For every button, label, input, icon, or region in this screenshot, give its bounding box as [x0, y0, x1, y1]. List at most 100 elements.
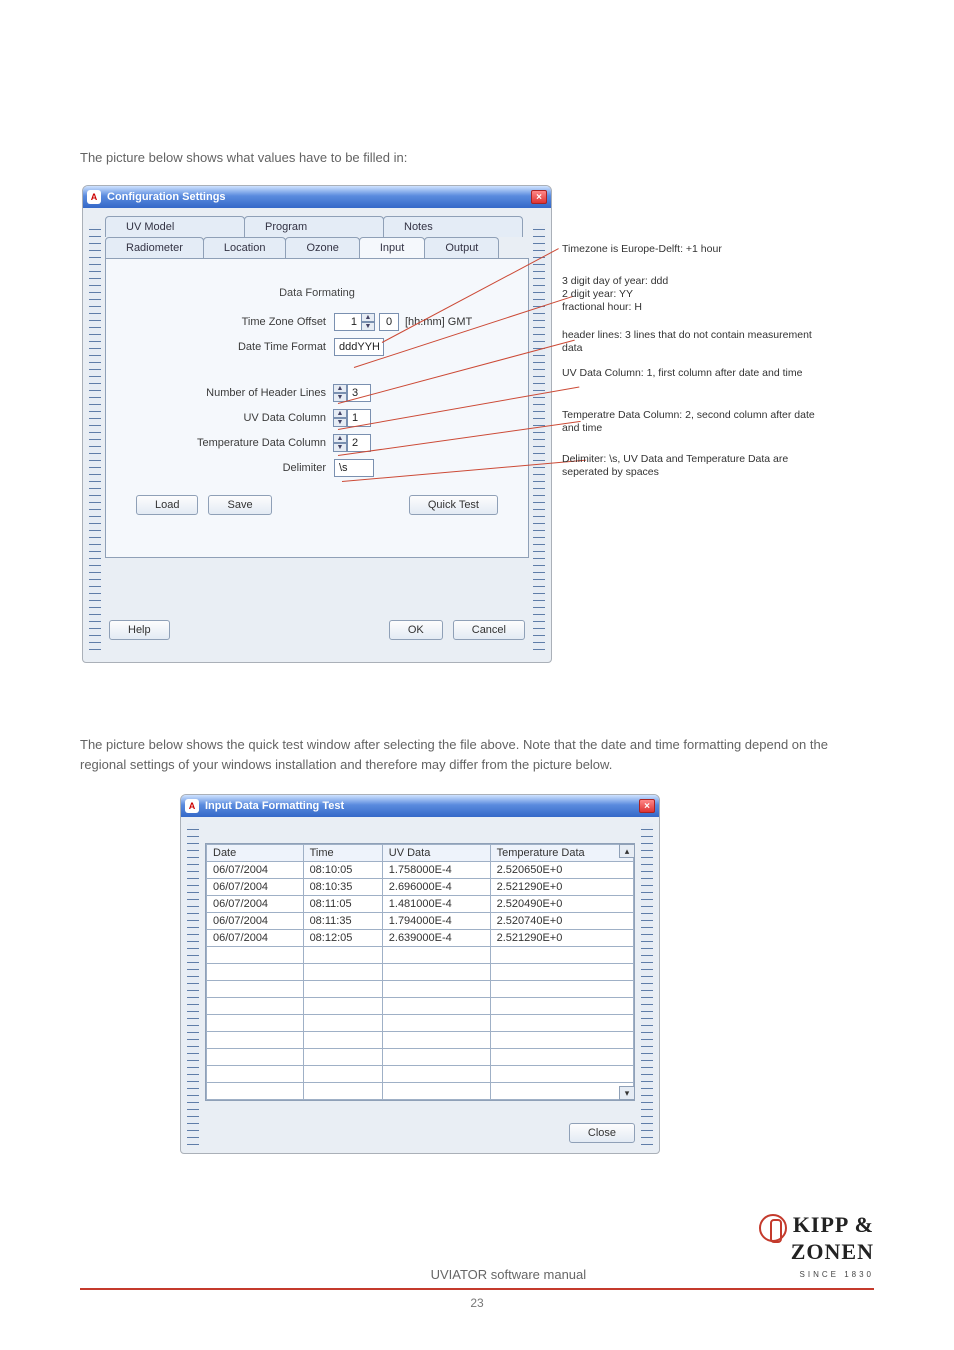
figure-config-settings: A Configuration Settings × UV Model Prog…	[82, 185, 872, 675]
load-button[interactable]: Load	[136, 495, 198, 515]
table-cell	[303, 1083, 382, 1100]
titlebar: A Input Data Formatting Test ×	[181, 795, 659, 817]
annotation-timezone: Timezone is Europe-Delft: +1 hour	[562, 243, 822, 256]
margin-hatch-right	[641, 823, 653, 1145]
table-cell: 06/07/2004	[207, 862, 304, 879]
dtf-input[interactable]	[334, 338, 384, 356]
ok-button[interactable]: OK	[389, 620, 443, 640]
quicktest-button[interactable]: Quick Test	[409, 495, 498, 515]
close-icon[interactable]: ×	[531, 190, 547, 204]
table-row[interactable]: 06/07/200408:11:051.481000E-42.520490E+0	[207, 896, 634, 913]
app-icon: A	[185, 799, 199, 813]
delim-label: Delimiter	[136, 462, 326, 474]
tab-input[interactable]: Input	[359, 237, 425, 258]
table-cell	[207, 947, 304, 964]
table-row-empty	[207, 998, 634, 1015]
table-cell: 06/07/2004	[207, 879, 304, 896]
col-time[interactable]: Time	[303, 845, 382, 862]
table-row[interactable]: 06/07/200408:11:351.794000E-42.520740E+0	[207, 913, 634, 930]
tab-ozone[interactable]: Ozone	[285, 237, 359, 258]
col-uvdata[interactable]: UV Data	[382, 845, 490, 862]
hdr-spinner[interactable]: ▲▼	[333, 384, 347, 402]
intro-text-2: The picture below shows the quick test w…	[80, 735, 874, 774]
table-row[interactable]: 06/07/200408:10:051.758000E-42.520650E+0	[207, 862, 634, 879]
app-icon: A	[87, 190, 101, 204]
close-icon[interactable]: ×	[639, 799, 655, 813]
tab-program[interactable]: Program	[244, 216, 384, 237]
table-row-empty	[207, 1083, 634, 1100]
tab-location[interactable]: Location	[203, 237, 287, 258]
uvcol-label: UV Data Column	[136, 412, 326, 424]
table-cell: 2.521290E+0	[490, 930, 633, 947]
table-cell: 08:10:05	[303, 862, 382, 879]
table-cell: 06/07/2004	[207, 913, 304, 930]
table-cell	[490, 1083, 633, 1100]
table-cell	[303, 1066, 382, 1083]
table-row-empty	[207, 1015, 634, 1032]
table-cell	[490, 947, 633, 964]
annotation-delimiter: Delimiter: \s, UV Data and Temperature D…	[562, 453, 822, 479]
config-window: A Configuration Settings × UV Model Prog…	[82, 185, 552, 663]
scroll-up-icon[interactable]: ▴	[619, 844, 635, 858]
table-row-empty	[207, 947, 634, 964]
table-cell	[382, 981, 490, 998]
tz-mm-input[interactable]	[379, 313, 399, 331]
table-cell	[382, 1066, 490, 1083]
tab-notes[interactable]: Notes	[383, 216, 523, 237]
table-cell	[382, 1083, 490, 1100]
tcol-input[interactable]	[347, 434, 371, 452]
table-row[interactable]: 06/07/200408:12:052.639000E-42.521290E+0	[207, 930, 634, 947]
col-date[interactable]: Date	[207, 845, 304, 862]
table-cell: 08:11:05	[303, 896, 382, 913]
table-cell	[207, 981, 304, 998]
tab-uvmodel[interactable]: UV Model	[105, 216, 245, 237]
tz-hh-spinner[interactable]: ▲▼	[361, 313, 375, 331]
table-cell: 2.696000E-4	[382, 879, 490, 896]
table-cell	[490, 981, 633, 998]
table-row[interactable]: 06/07/200408:10:352.696000E-42.521290E+0	[207, 879, 634, 896]
cancel-button[interactable]: Cancel	[453, 620, 525, 640]
table-cell	[303, 1032, 382, 1049]
tab-radiometer[interactable]: Radiometer	[105, 237, 204, 258]
table-row-empty	[207, 964, 634, 981]
table-cell	[207, 964, 304, 981]
annotation-uvcolumn: UV Data Column: 1, first column after da…	[562, 367, 822, 380]
help-button[interactable]: Help	[109, 620, 170, 640]
brand-line1: KIPP &	[793, 1212, 874, 1237]
table-cell: 08:12:05	[303, 930, 382, 947]
close-button[interactable]: Close	[569, 1123, 635, 1143]
table-cell	[382, 1015, 490, 1032]
table-cell	[382, 964, 490, 981]
scroll-down-icon[interactable]: ▾	[619, 1086, 635, 1100]
table-cell	[382, 1049, 490, 1066]
hdr-label: Number of Header Lines	[136, 387, 326, 399]
footer-rule	[80, 1288, 874, 1290]
table-cell	[207, 1015, 304, 1032]
tab-output[interactable]: Output	[424, 237, 499, 258]
uvcol-spinner[interactable]: ▲▼	[333, 409, 347, 427]
delim-input[interactable]	[334, 459, 374, 477]
page-footer: UVIATOR software manual KIPP & ZONEN SIN…	[80, 1214, 874, 1310]
annotation-headerlines: header lines: 3 lines that do not contai…	[562, 329, 822, 355]
quicktest-table: Date Time UV Data Temperature Data 06/07…	[206, 844, 634, 1100]
tz-unit: [hh:mm] GMT	[405, 316, 472, 328]
annotation-datetime-format: 3 digit day of year: ddd 2 digit year: Y…	[562, 275, 822, 314]
save-button[interactable]: Save	[208, 495, 271, 515]
table-cell	[207, 1066, 304, 1083]
table-cell: 08:11:35	[303, 913, 382, 930]
margin-hatch-right	[533, 224, 545, 650]
table-header-row: Date Time UV Data Temperature Data	[207, 845, 634, 862]
table-cell	[490, 964, 633, 981]
tcol-spinner[interactable]: ▲▼	[333, 434, 347, 452]
table-cell	[303, 964, 382, 981]
col-tempdata[interactable]: Temperature Data	[490, 845, 633, 862]
tab-row-back: UV Model Program Notes	[105, 216, 529, 237]
brand-line2: ZONEN	[791, 1239, 874, 1264]
brand-since: SINCE 1830	[800, 1270, 874, 1279]
table-cell: 2.520650E+0	[490, 862, 633, 879]
tz-hh-input[interactable]	[334, 313, 362, 331]
brand-mark-icon	[759, 1214, 787, 1242]
table-cell	[490, 998, 633, 1015]
table-row-empty	[207, 1032, 634, 1049]
table-cell	[303, 998, 382, 1015]
